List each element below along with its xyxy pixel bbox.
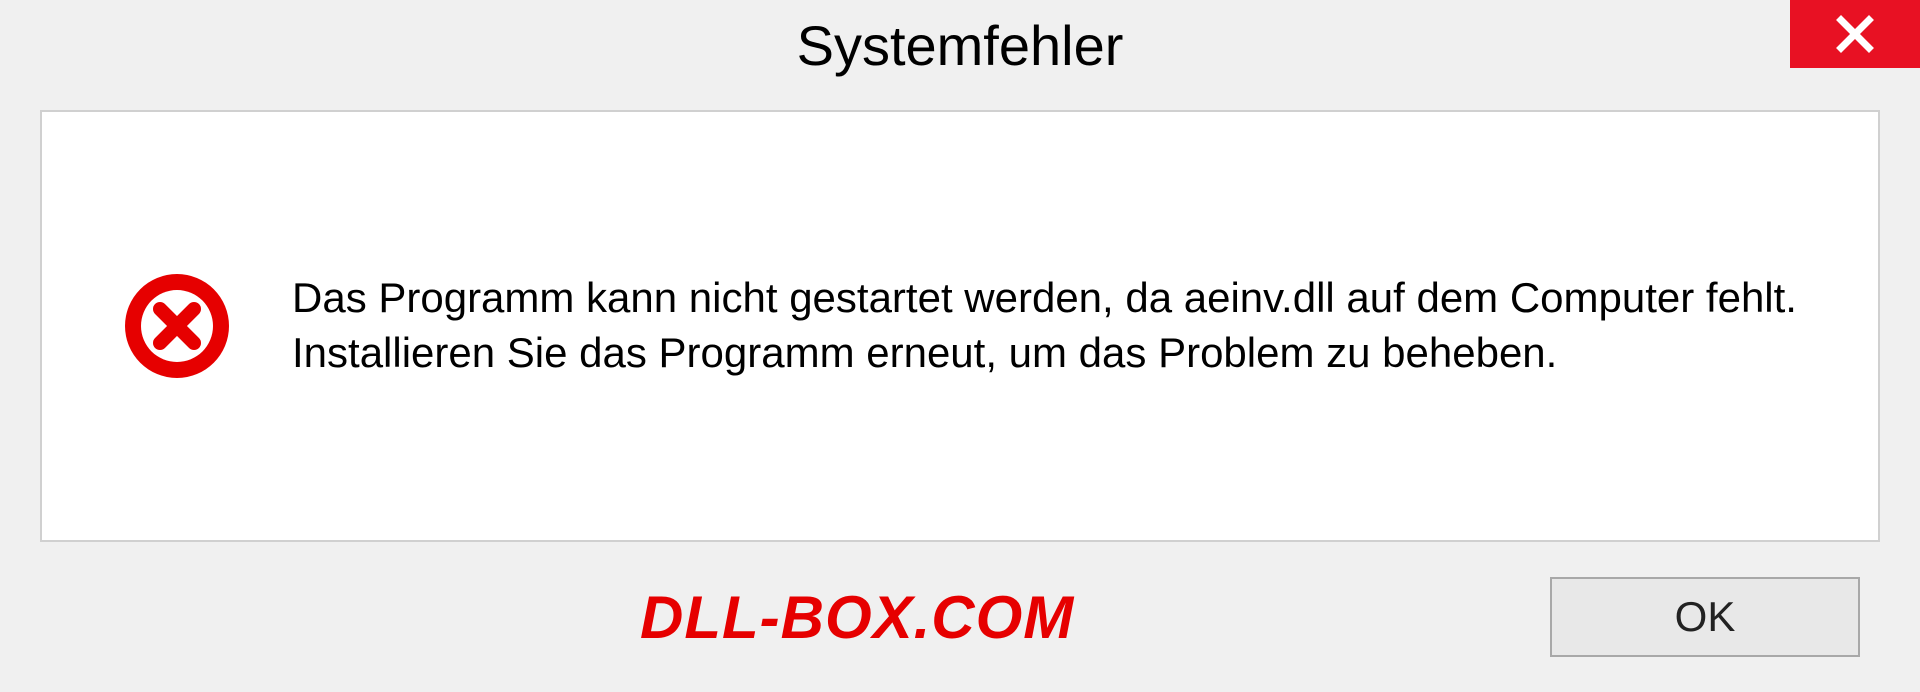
footer: DLL-BOX.COM OK [0, 542, 1920, 692]
content-panel: Das Programm kann nicht gestartet werden… [40, 110, 1880, 542]
error-icon [122, 271, 232, 381]
error-message: Das Programm kann nicht gestartet werden… [292, 271, 1798, 380]
ok-button[interactable]: OK [1550, 577, 1860, 657]
close-button[interactable] [1790, 0, 1920, 68]
close-icon [1835, 14, 1875, 54]
dialog-title: Systemfehler [797, 13, 1124, 78]
titlebar: Systemfehler [0, 0, 1920, 90]
ok-button-label: OK [1675, 593, 1736, 641]
error-dialog: Systemfehler Das Programm kann nicht ges… [0, 0, 1920, 692]
watermark-text: DLL-BOX.COM [640, 583, 1074, 652]
